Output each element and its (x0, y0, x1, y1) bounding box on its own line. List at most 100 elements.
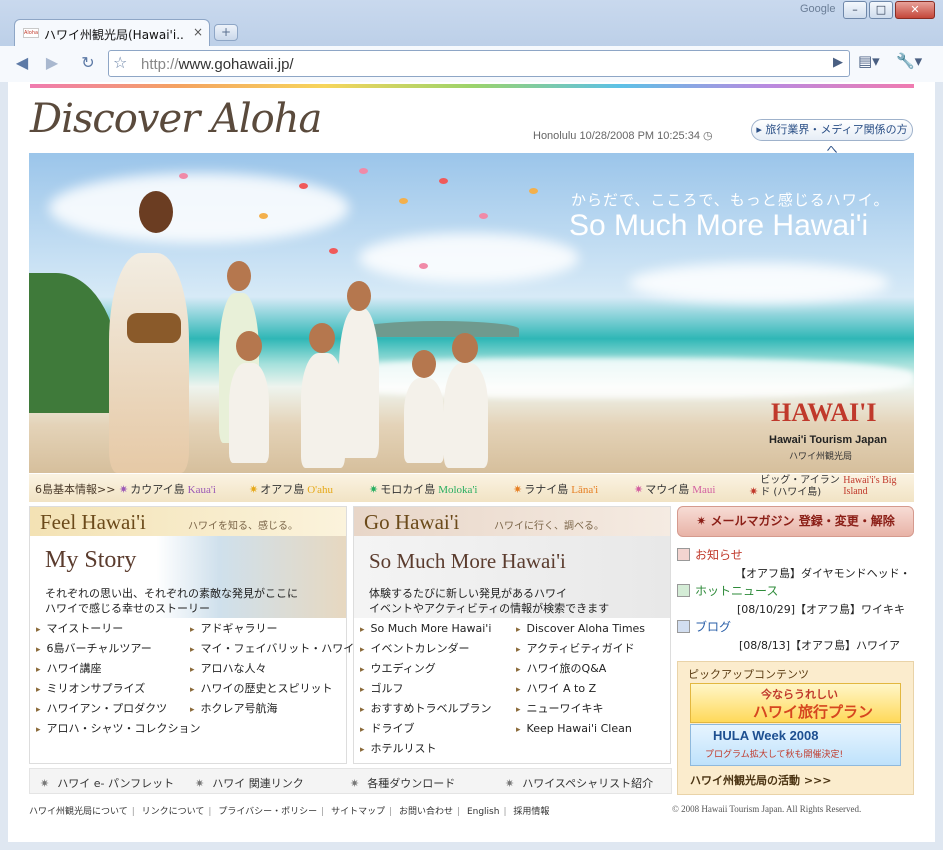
go-button[interactable]: ▶ (833, 55, 843, 70)
link-item[interactable]: Keep Hawai'i Clean (516, 719, 645, 739)
news-item[interactable]: 【オアフ島】ダイヤモンドヘッド・ (735, 565, 907, 581)
link-item[interactable]: アロハな人々 (190, 659, 354, 679)
island-jp: ラナイ島 (524, 483, 569, 496)
banner-text: プログラム拡大して秋も開催決定! (705, 750, 844, 760)
close-window-button[interactable]: ✕ (895, 1, 935, 19)
mail-magazine-button[interactable]: ✷ メールマガジン 登録・変更・解除 (677, 506, 914, 537)
link-item[interactable]: ハワイ旅のQ&A (516, 659, 645, 679)
web-page: Discover Aloha Honolulu 10/28/2008 PM 10… (8, 82, 935, 842)
hta-activities-link[interactable]: ハワイ州観光局の活動 >>> (690, 772, 831, 788)
link-item[interactable]: アクティビティガイド (516, 639, 645, 659)
hero-banner[interactable]: からだで、こころで、もっと感じるハワイ。 So Much More Hawai'… (29, 153, 914, 473)
address-bar[interactable]: ☆ http://www.gohawaii.jp/ ▶ (108, 50, 850, 77)
footer-link[interactable]: プライバシー・ポリシー (218, 807, 317, 817)
island-en: Hawai'i's Big Island (843, 475, 897, 497)
bookmark-star-icon[interactable]: ☆ (113, 53, 127, 72)
link-item[interactable]: ドライブ (360, 719, 492, 739)
hot-news-title[interactable]: ホットニュース (695, 582, 778, 599)
link-item[interactable]: Discover Aloha Times (516, 619, 646, 639)
window-controls: – □ ✕ (843, 1, 935, 19)
url-text: http://www.gohawaii.jp/ (141, 56, 294, 73)
link-item[interactable]: アドギャラリー (190, 619, 354, 639)
bottom-link[interactable]: 各種ダウンロード (350, 775, 455, 791)
news-icon (677, 584, 690, 597)
island-link-big-island[interactable]: ✷ビッグ・アイランド (ハワイ島)Hawai'i's Big Island (749, 475, 909, 499)
link-item[interactable]: イベントカレンダー (360, 639, 492, 659)
footer-link[interactable]: English (467, 807, 500, 817)
hula-week-banner[interactable]: HULA Week 2008 プログラム拡大して秋も開催決定! (690, 724, 901, 766)
feel-hawaii-title[interactable]: Feel Hawai'i (40, 510, 146, 535)
link-item[interactable]: ハワイ A to Z (516, 679, 645, 699)
link-item[interactable]: ホテルリスト (360, 739, 492, 759)
news-title[interactable]: お知らせ (695, 546, 743, 563)
browser-brand-label: Google (800, 3, 836, 15)
hero-tagline-jp: からだで、こころで、もっと感じるハワイ。 (571, 191, 890, 209)
bottom-link[interactable]: ハワイ 関連リンク (195, 775, 304, 791)
link-item[interactable]: ハワイの歴史とスピリット (190, 679, 354, 699)
island-link-kauai[interactable]: ✷ カウアイ島 Kaua'i (119, 481, 216, 497)
footer-link[interactable]: サイトマップ (331, 807, 385, 817)
hot-news-item[interactable]: [08/10/29]【オアフ島】ワイキキ (737, 601, 909, 617)
site-logo[interactable]: Discover Aloha (30, 96, 322, 142)
new-tab-button[interactable]: + (214, 24, 238, 41)
footer-links: ハワイ州観光局について | リンクについて | プライバシー・ポリシー | サイトマッ… (29, 804, 549, 817)
blog-section: ブログ [08/8/13]【オアフ島】ハワイア (677, 618, 914, 656)
link-item[interactable]: マイ・フェイバリット・ハワイ (190, 639, 355, 659)
link-item[interactable]: ハワイアン・プロダクツ (36, 699, 201, 719)
separator: | (389, 807, 393, 817)
footer-link[interactable]: 採用情報 (513, 807, 549, 817)
link-item[interactable]: ウエディング (360, 659, 492, 679)
bottom-link[interactable]: ハワイ e- パンフレット (40, 775, 174, 791)
bottom-link[interactable]: ハワイスペシャリスト紹介 (505, 775, 653, 791)
banner-text: 今ならうれしい (761, 688, 838, 701)
minimize-button[interactable]: – (843, 1, 867, 19)
link-item[interactable]: ハワイ講座 (36, 659, 201, 679)
travel-plan-banner[interactable]: 今ならうれしい ハワイ旅行プラン (690, 683, 901, 723)
hawaii-logo-subtitle-jp: ハワイ州観光局 (789, 452, 853, 462)
footer-link[interactable]: リンクについて (142, 807, 205, 817)
reload-button[interactable]: ↻ (74, 50, 102, 76)
browser-tab[interactable]: Aloha ハワイ州観光局(Hawai'i... × (14, 19, 210, 46)
go-hawaii-title[interactable]: Go Hawai'i (364, 510, 459, 535)
blog-item[interactable]: [08/8/13]【オアフ島】ハワイア (739, 637, 911, 653)
boy-head (452, 333, 478, 363)
honolulu-clock: Honolulu 10/28/2008 PM 10:25:34 ◷ (533, 130, 713, 142)
link-item[interactable]: アロハ・シャツ・コレクション (36, 719, 201, 739)
island-link-maui[interactable]: ✷ マウイ島 Maui (634, 481, 715, 497)
wrench-menu-icon[interactable]: 🔧▾ (896, 52, 922, 70)
link-item[interactable]: 6島バーチャルツアー (36, 639, 201, 659)
so-much-more-title[interactable]: So Much More Hawai'i (369, 549, 566, 574)
my-story-title[interactable]: My Story (45, 547, 136, 574)
island-jp: オアフ島 (260, 483, 305, 496)
link-item[interactable]: ニューワイキキ (516, 699, 645, 719)
forward-button[interactable]: ▶ (38, 50, 66, 76)
media-link-button[interactable]: ▸ 旅行業界・メディア関係の方へ (751, 119, 913, 156)
link-item[interactable]: おすすめトラベルプラン (360, 699, 492, 719)
island-link-oahu[interactable]: ✷ オアフ島 O'ahu (249, 481, 333, 497)
flower-icon: ✷ (119, 483, 129, 496)
link-item[interactable]: So Much More Hawai'i (360, 619, 492, 639)
tab-close-icon[interactable]: × (193, 25, 203, 39)
island-link-molokai[interactable]: ✷ モロカイ島 Moloka'i (369, 481, 477, 497)
petal (299, 183, 308, 189)
page-menu-icon[interactable]: ▤▾ (858, 52, 880, 70)
feel-links-col1: マイストーリー 6島バーチャルツアー ハワイ講座 ミリオンサプライズ ハワイアン… (36, 619, 201, 739)
blog-title[interactable]: ブログ (695, 618, 731, 635)
link-item[interactable]: マイストーリー (36, 619, 201, 639)
petal (359, 168, 368, 174)
url-host: www.gohawaii.jp/ (178, 56, 294, 73)
footer-link[interactable]: お問い合わせ (399, 807, 453, 817)
link-item[interactable]: ミリオンサプライズ (36, 679, 201, 699)
island-link-lanai[interactable]: ✷ ラナイ島 Lāna'i (513, 481, 598, 497)
maximize-button[interactable]: □ (869, 1, 893, 19)
footer-link[interactable]: ハワイ州観光局について (29, 807, 128, 817)
feel-hawaii-subtitle: ハワイを知る、感じる。 (188, 521, 298, 532)
flower-icon: ✷ (513, 483, 523, 496)
link-item[interactable]: ホクレア号航海 (190, 699, 354, 719)
browser-chrome: Google – □ ✕ Aloha ハワイ州観光局(Hawai'i... × … (0, 0, 943, 82)
flower-icon: ✷ (634, 483, 644, 496)
feel-links-col2: アドギャラリー マイ・フェイバリット・ハワイ アロハな人々 ハワイの歴史とスピリ… (190, 619, 355, 719)
link-item[interactable]: ゴルフ (360, 679, 492, 699)
island-en: Moloka'i (438, 484, 478, 496)
back-button[interactable]: ◀ (8, 50, 36, 76)
